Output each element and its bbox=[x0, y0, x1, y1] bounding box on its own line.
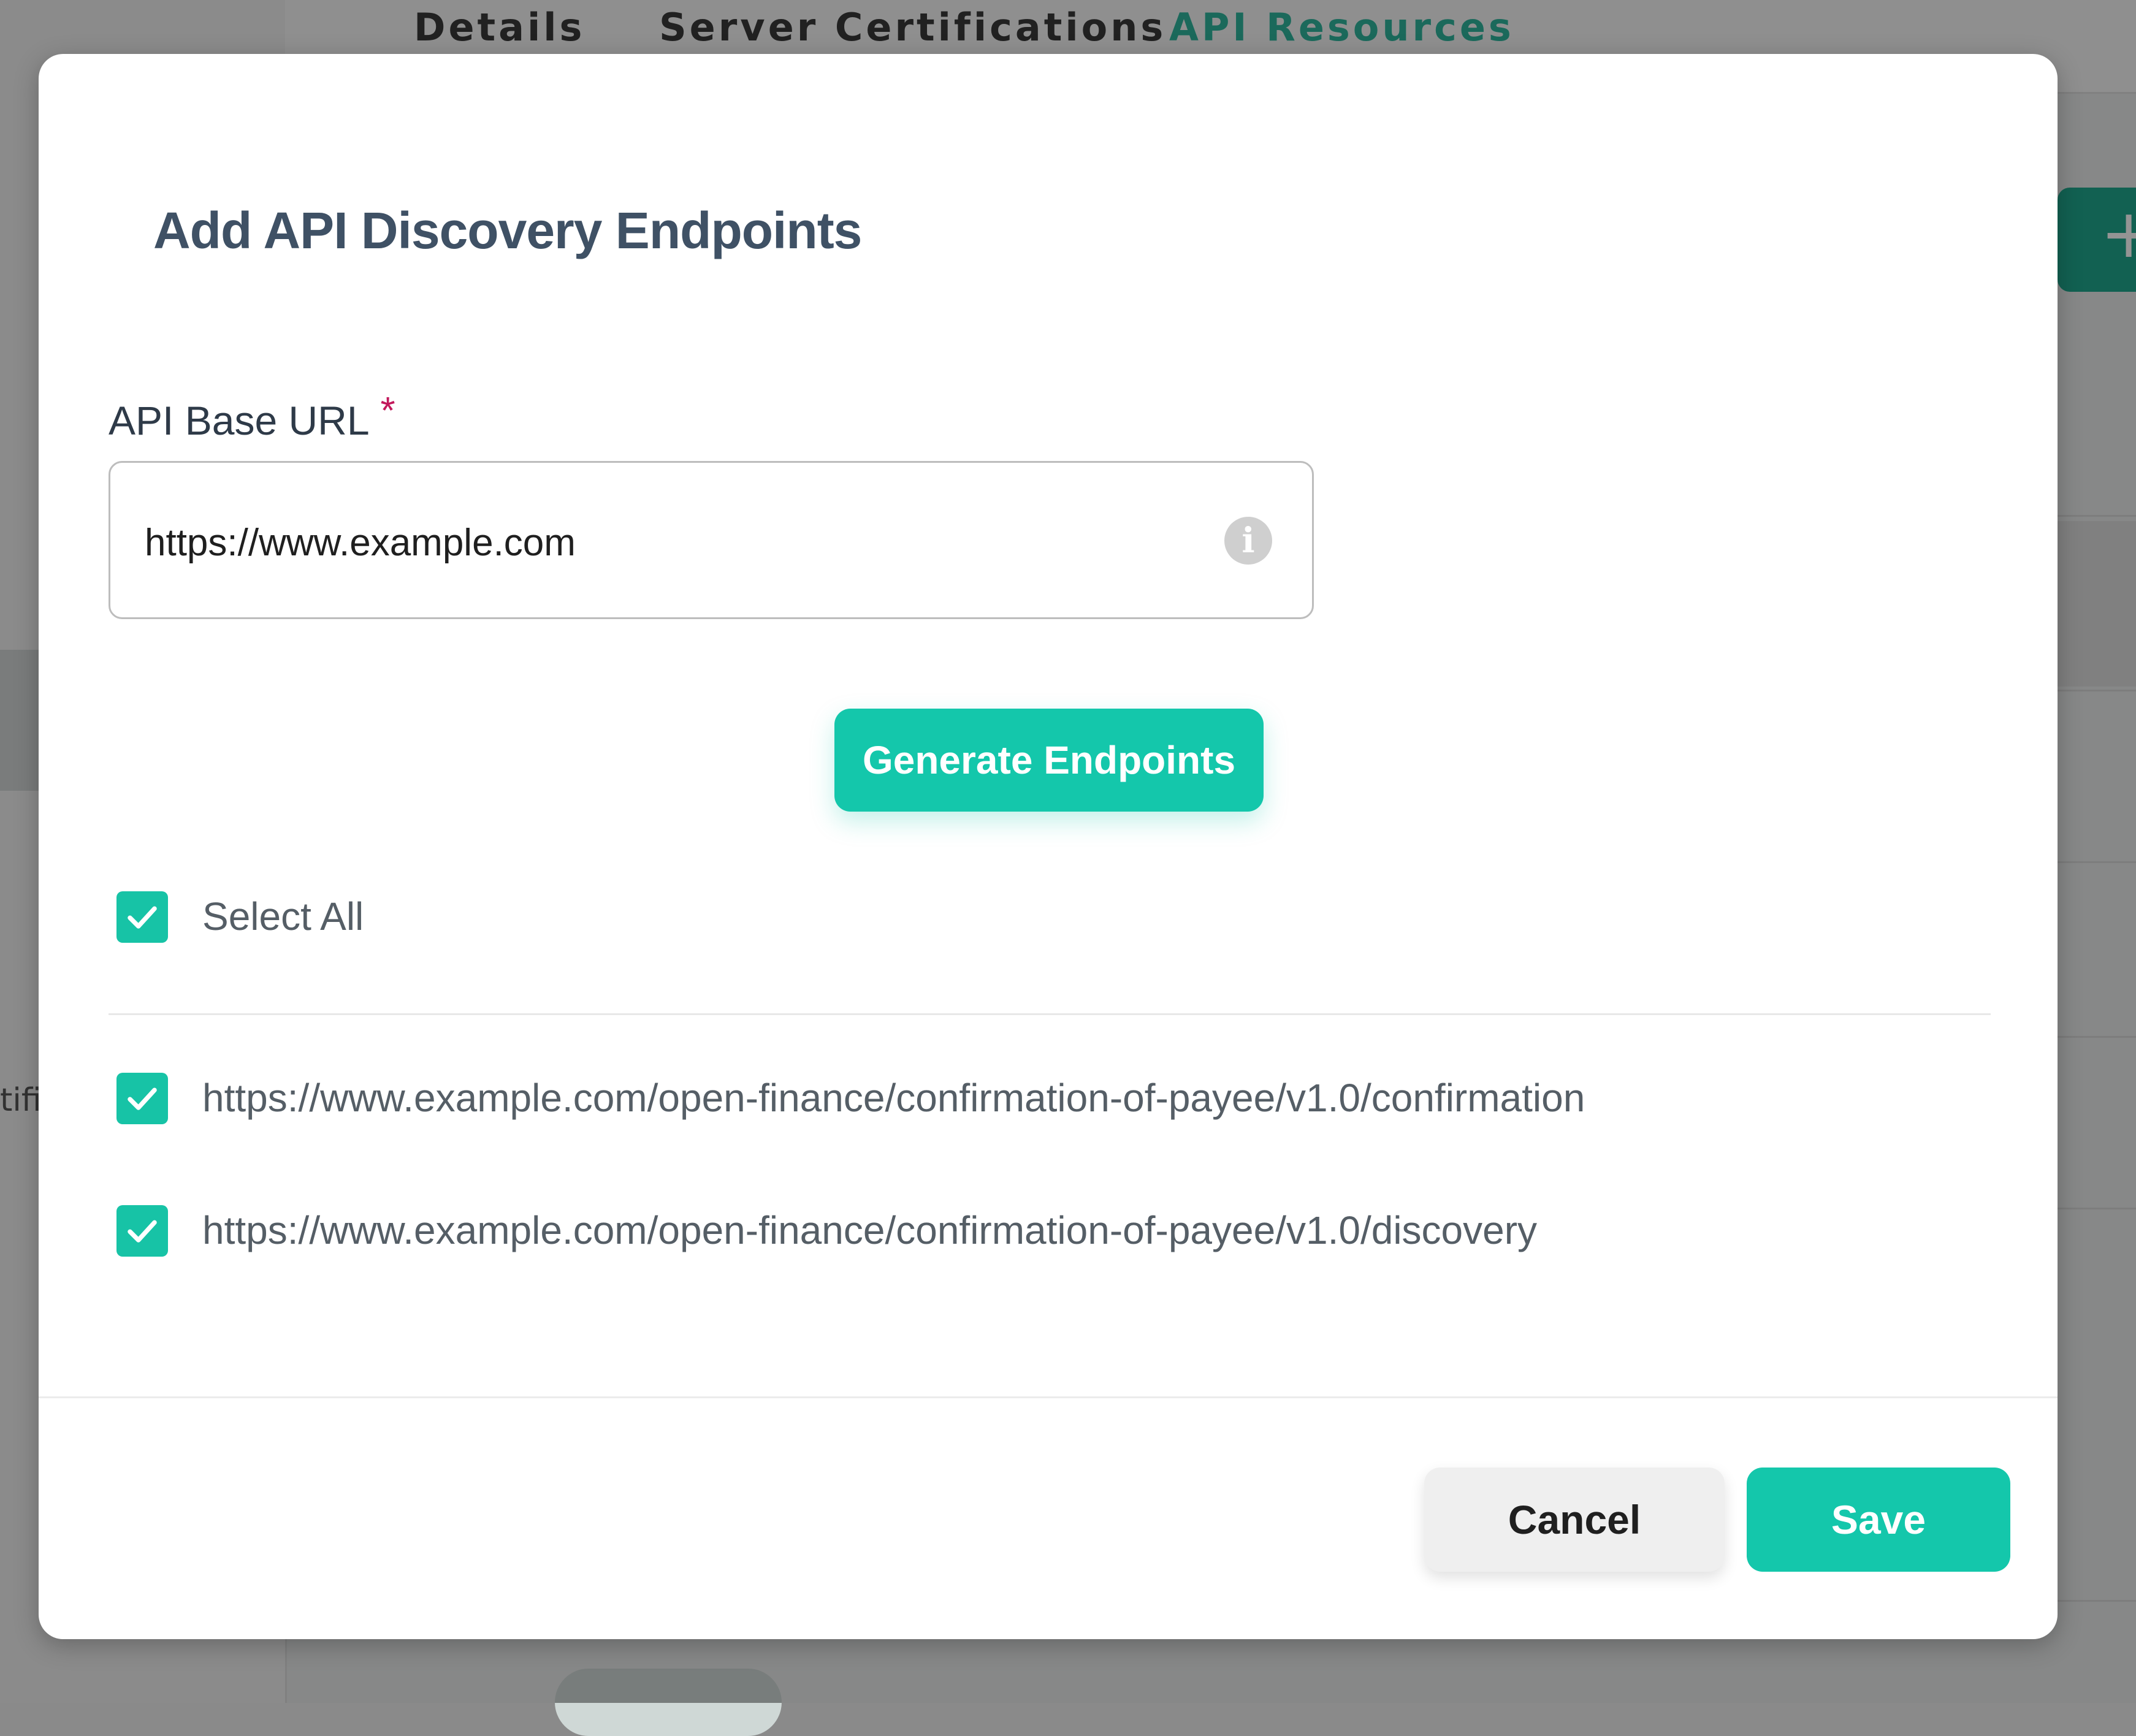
checkmark-icon bbox=[128, 1087, 157, 1110]
checkmark-icon bbox=[128, 1220, 157, 1243]
endpoint-checkbox[interactable] bbox=[116, 1073, 168, 1124]
generate-endpoints-button[interactable]: Generate Endpoints bbox=[834, 709, 1264, 812]
select-all-label: Select All bbox=[202, 894, 364, 938]
info-icon[interactable]: i bbox=[1224, 517, 1272, 565]
save-button[interactable]: Save bbox=[1747, 1468, 2010, 1572]
select-all-checkbox[interactable] bbox=[116, 891, 168, 943]
list-divider bbox=[109, 1013, 1991, 1015]
list-item[interactable]: https://www.example.com/open-finance/con… bbox=[116, 1205, 1956, 1260]
endpoint-url: https://www.example.com/open-finance/con… bbox=[202, 1208, 1538, 1252]
select-all-row[interactable]: Select All bbox=[116, 891, 1956, 946]
endpoint-checkbox[interactable] bbox=[116, 1205, 168, 1257]
api-base-url-input[interactable] bbox=[145, 506, 1187, 579]
add-endpoints-dialog: Add API Discovery Endpoints API Base URL… bbox=[39, 54, 2058, 1639]
dialog-title: Add API Discovery Endpoints bbox=[153, 202, 862, 259]
footer-divider bbox=[39, 1396, 2058, 1398]
api-base-url-label-text: API Base URL bbox=[109, 398, 370, 443]
api-base-url-label: API Base URL * bbox=[109, 390, 395, 444]
cancel-button[interactable]: Cancel bbox=[1424, 1468, 1725, 1572]
list-item[interactable]: https://www.example.com/open-finance/con… bbox=[116, 1073, 1956, 1128]
endpoint-url: https://www.example.com/open-finance/con… bbox=[202, 1076, 1585, 1120]
api-base-url-field[interactable]: i bbox=[109, 461, 1314, 619]
required-marker: * bbox=[380, 390, 395, 432]
checkmark-icon bbox=[128, 906, 157, 929]
